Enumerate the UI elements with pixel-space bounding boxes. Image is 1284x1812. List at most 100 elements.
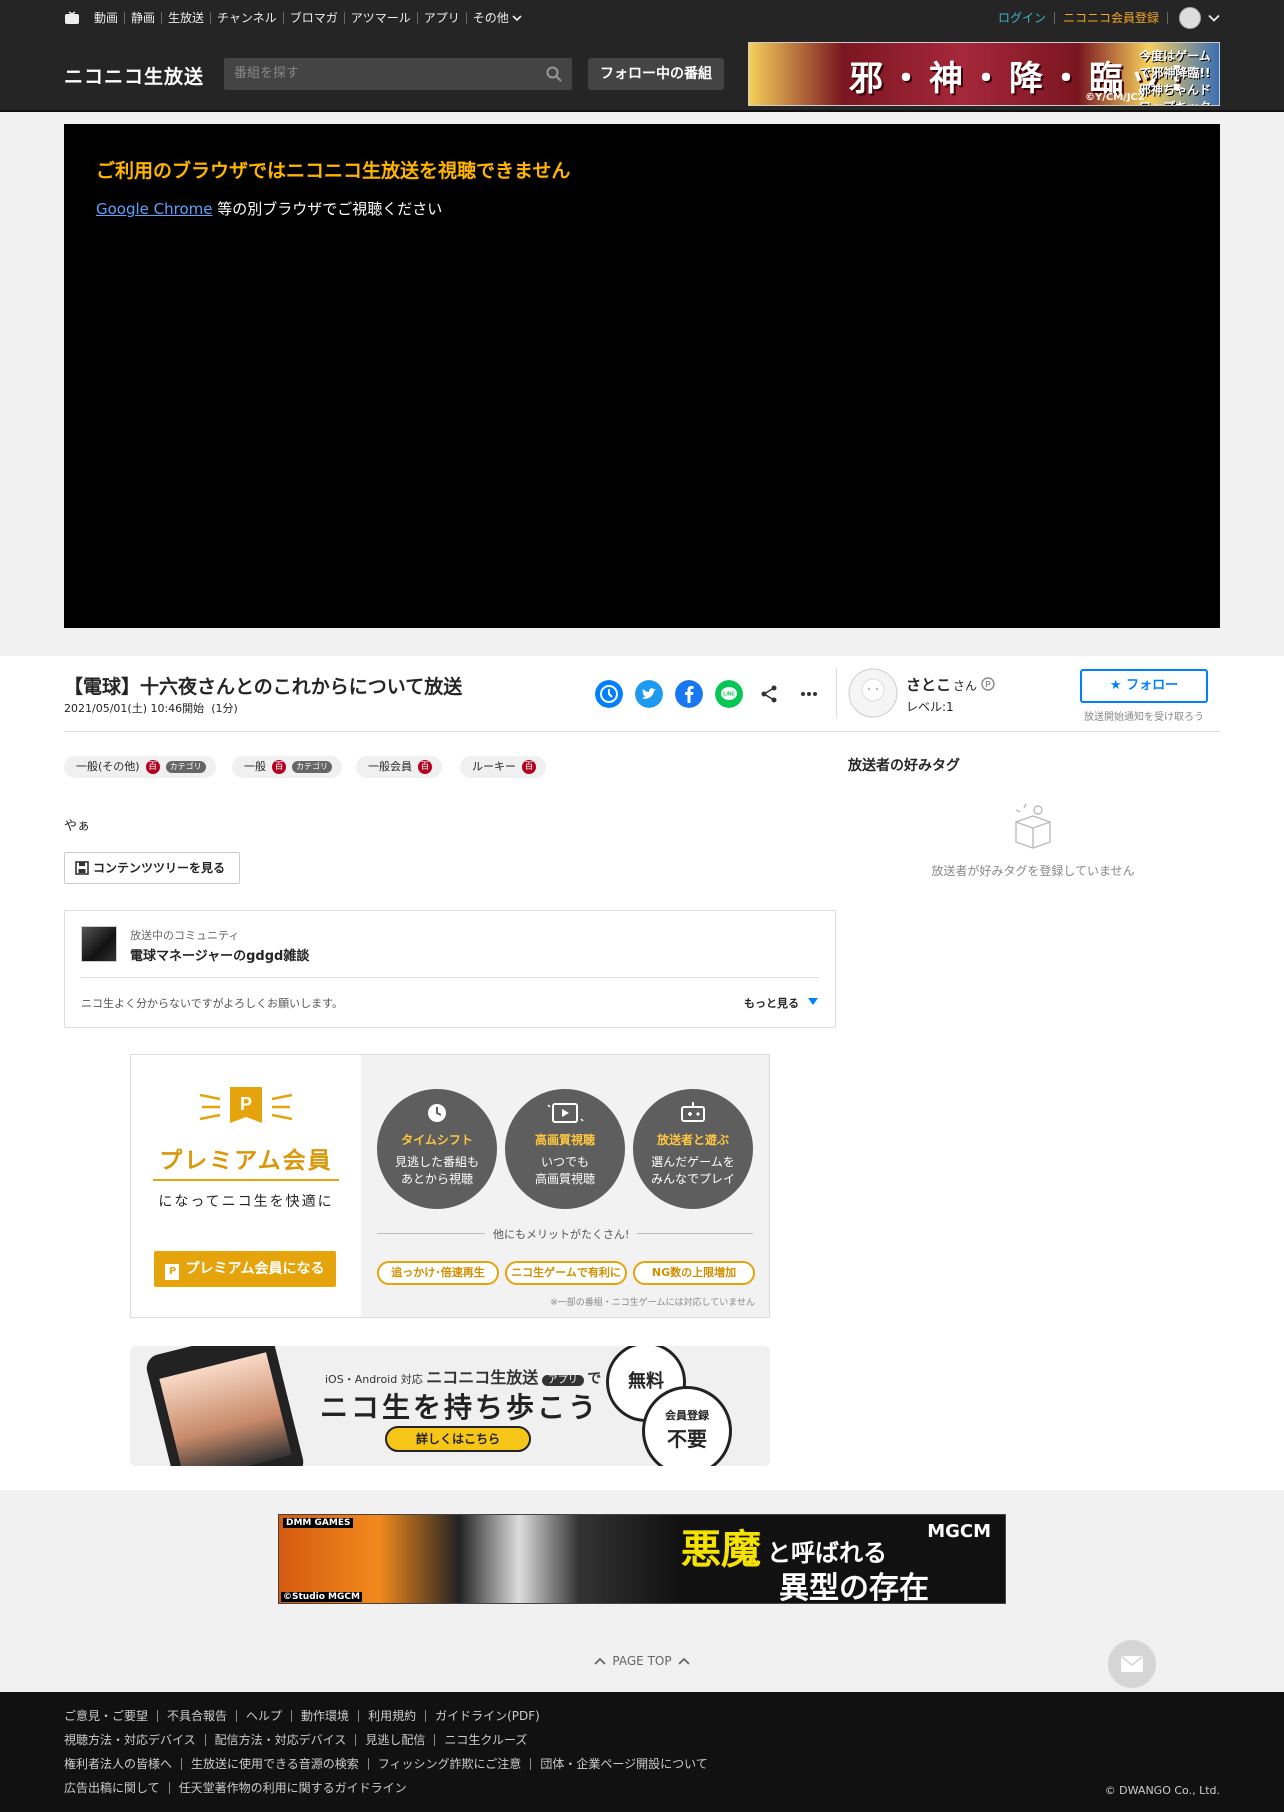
community-card: 放送中のコミュニティ 電球マネージャーのgdgd雑談 ニコ生よく分からないですが…	[64, 910, 836, 1028]
app-promo-banner[interactable]: iOS・Android 対応 ニコニコ生放送 アプリ で ニコ生を持ち歩こう 詳…	[130, 1346, 770, 1466]
footer-row: 広告出稿に関して 任天堂著作物の利用に関するガイドライン	[64, 1782, 416, 1794]
chevron-down-icon[interactable]	[1208, 14, 1220, 22]
feature-title: 放送者と遊ぶ	[656, 1133, 729, 1147]
program-start: 2021/05/01(土) 10:46開始	[64, 702, 205, 715]
line-icon[interactable]: LINE	[715, 680, 743, 708]
ad-text-3: 異型の存在	[779, 1571, 929, 1604]
search-input[interactable]: 番組を探す	[224, 58, 572, 90]
community-name[interactable]: 電球マネージャーのgdgd雑談	[130, 945, 309, 964]
mail-icon	[1121, 1656, 1143, 1672]
footer-link[interactable]: 利用規約	[358, 1710, 425, 1722]
video-player[interactable]: ご利用のブラウザではニコニコ生放送を視聴できません Google Chrome …	[64, 124, 1220, 628]
tag-item[interactable]: 一般百カテゴリ	[232, 756, 342, 778]
timeshift-icon[interactable]	[595, 680, 623, 708]
tag-item[interactable]: ルーキー百	[460, 756, 546, 778]
community-thumbnail[interactable]	[81, 926, 117, 962]
avatar[interactable]	[1179, 7, 1201, 29]
premium-subtitle: になってニコ生を快適に	[158, 1194, 334, 1210]
video-play-icon	[547, 1103, 584, 1123]
banner-copyright: ©Y/CM/JC2	[1085, 92, 1145, 103]
feature-desc: 選んだゲームを みんなでプレイ	[633, 1154, 753, 1188]
nav-seiga[interactable]: 静画	[124, 12, 161, 24]
premium-right: タイムシフト 見逃した番組も あとから視聴 高画質視聴 いつでも 高画質視聴 放送者…	[361, 1055, 769, 1317]
program-title: 【電球】十六夜さんとのこれからについて放送	[64, 676, 463, 698]
tag-item[interactable]: 一般(その他) 百カテゴリ	[64, 756, 216, 778]
tag-item[interactable]: 一般会員百	[356, 756, 442, 778]
player-error-suffix: 等の別ブラウザでご視聴ください	[212, 200, 443, 218]
nav-atsumaru[interactable]: アツマール	[343, 12, 417, 24]
premium-join-button[interactable]: P プレミアム会員になる	[154, 1251, 336, 1287]
search-icon[interactable]	[546, 66, 562, 82]
global-user-area: ログイン ニコニコ会員登録	[990, 0, 1220, 36]
footer-link[interactable]: 権利者法人の皆様へ	[64, 1758, 181, 1770]
site-footer: ご意見・ご要望 不具合報告 ヘルプ 動作環境 利用規約 ガイドライン(PDF) …	[0, 1692, 1284, 1812]
register-link[interactable]: ニコニコ会員登録	[1055, 12, 1168, 24]
tag-label[interactable]: ルーキー	[472, 756, 516, 778]
community-more-button[interactable]: もっと見る	[744, 995, 819, 1011]
feature-title: 高画質視聴	[534, 1133, 595, 1147]
nav-channel[interactable]: チャンネル	[210, 12, 283, 24]
feature-desc: 見逃した番組も あとから視聴	[377, 1154, 497, 1188]
premium-note: ※一部の番組・ニコ生ゲームには対応していません	[550, 1298, 755, 1308]
following-programs-button[interactable]: フォロー中の番組	[588, 58, 724, 90]
footer-link[interactable]: ご意見・ご要望	[64, 1710, 157, 1722]
reg-line-1: 会員登録	[665, 1409, 709, 1422]
more-options-icon[interactable]	[795, 680, 823, 708]
feedback-mail-button[interactable]	[1108, 1640, 1156, 1688]
nav-app[interactable]: アプリ	[416, 12, 466, 24]
footer-link[interactable]: 不具合報告	[157, 1710, 236, 1722]
nav-live[interactable]: 生放送	[161, 12, 210, 24]
nav-douga[interactable]: 動画	[88, 12, 124, 24]
nav-other[interactable]: その他	[465, 12, 528, 24]
footer-link[interactable]: 広告出稿に関して	[64, 1782, 169, 1794]
nav-blomaga[interactable]: ブロマガ	[282, 12, 344, 24]
tag-label[interactable]: 一般	[244, 756, 266, 778]
reg-line-2: 不要	[667, 1427, 707, 1451]
footer-link[interactable]: 任天堂著作物の利用に関するガイドライン	[168, 1782, 416, 1794]
page-top-link[interactable]: PAGE TOP	[0, 1654, 1284, 1668]
feature-desc-line: 選んだゲームを	[651, 1155, 735, 1169]
footer-link[interactable]: 団体・企業ページ開設について	[530, 1758, 716, 1770]
facebook-icon[interactable]	[675, 680, 703, 708]
niconico-tv-icon[interactable]	[64, 11, 80, 25]
broadcaster-name-row[interactable]: さとこ さん P	[906, 674, 995, 695]
ad-brand: DMM GAMES	[283, 1518, 354, 1528]
follow-button[interactable]: ★ フォロー	[1080, 669, 1208, 703]
footer-link[interactable]: 視聴方法・対応デバイス	[64, 1734, 205, 1746]
player-error-sub: Google Chrome 等の別ブラウザでご視聴ください	[96, 198, 442, 219]
footer-link[interactable]: ガイドライン(PDF)	[425, 1710, 549, 1722]
app-cta-button[interactable]: 詳しくはこちら	[385, 1426, 531, 1452]
contents-tree-button[interactable]: コンテンツツリーを見る	[64, 852, 240, 884]
feature-play: 放送者と遊ぶ 選んだゲームを みんなでプレイ	[633, 1089, 753, 1209]
footer-link[interactable]: 見逃し配信	[355, 1734, 434, 1746]
tag-label[interactable]: 一般(その他)	[76, 756, 140, 778]
feature-desc-line: 高画質視聴	[534, 1172, 595, 1186]
footer-link[interactable]: 生放送に使用できる音源の検索	[181, 1758, 368, 1770]
empty-box-icon	[1015, 803, 1051, 849]
premium-title: プレミアム会員	[159, 1148, 333, 1174]
no-registration-bubble: 会員登録 不要	[642, 1386, 732, 1466]
niconama-logo[interactable]: ニコニコ生放送	[64, 62, 204, 89]
footer-link[interactable]: ヘルプ	[236, 1710, 291, 1722]
share-icon[interactable]	[755, 680, 783, 708]
footer-link[interactable]: ニコ生クルーズ	[434, 1734, 536, 1746]
login-link[interactable]: ログイン	[990, 12, 1055, 24]
contents-tree-label: コンテンツツリーを見る	[93, 861, 226, 875]
footer-link[interactable]: フィッシング詐欺にご注意	[367, 1758, 531, 1770]
twitter-icon[interactable]	[635, 680, 663, 708]
ad-copyright: ©Studio MGCM	[281, 1592, 362, 1602]
feature-desc-line: あとから視聴	[400, 1172, 473, 1186]
premium-left: P プレミアム会員 になってニコ生を快適に P プレミアム会員になる	[131, 1055, 361, 1317]
tag-label[interactable]: 一般会員	[368, 756, 412, 778]
broadcaster-avatar[interactable]	[848, 668, 898, 718]
follow-notify-text: 放送開始通知を受け取ろう	[1084, 712, 1204, 723]
feature-hq: 高画質視聴 いつでも 高画質視聴	[505, 1089, 625, 1209]
footer-link[interactable]: 動作環境	[291, 1710, 358, 1722]
premium-p-icon: P	[199, 1087, 293, 1123]
footer-link[interactable]: 配信方法・対応デバイス	[204, 1734, 356, 1746]
header-ad-banner[interactable]: 邪・神・降・臨ッ! 今度はゲームで邪神降臨!! 邪神ちゃんドロップキック ねじれ…	[748, 42, 1220, 106]
footer-ad-banner[interactable]: DMM GAMES 悪魔 と呼ばれる 異型の存在 MGCM ©Studio MG…	[278, 1514, 1006, 1604]
premium-promo[interactable]: P プレミアム会員 になってニコ生を快適に P プレミアム会員になる タイムシフト…	[130, 1054, 770, 1318]
chrome-link[interactable]: Google Chrome	[96, 200, 213, 218]
broadcaster-name[interactable]: さとこ	[906, 676, 951, 694]
